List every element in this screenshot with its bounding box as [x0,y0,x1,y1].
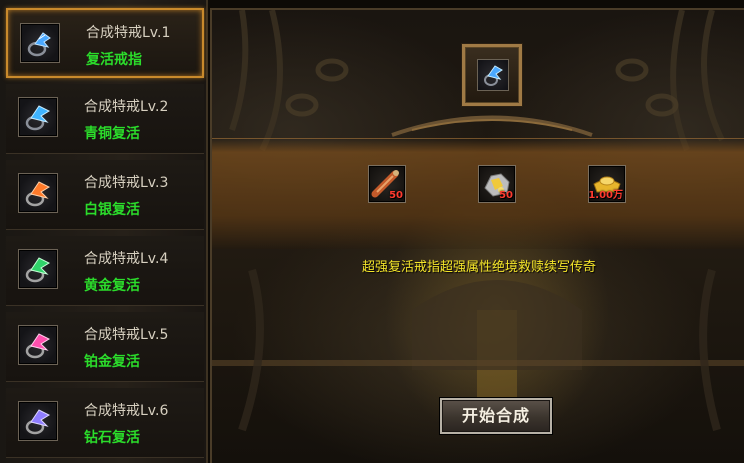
result-frame [462,44,522,106]
start-synthesis-button[interactable]: 开始合成 [440,398,552,434]
item-subtitle: 黄金复活 [84,278,140,294]
item-title: 合成特戒Lv.4 [84,251,169,267]
ring-slot [18,97,58,137]
material-count: 50 [389,190,403,201]
material-slot-scroll[interactable]: 50 [368,165,406,203]
item-subtitle: 钻石复活 [84,430,140,446]
material-slot-gold[interactable]: 1.00万 [588,165,626,203]
item-subtitle: 复活戒指 [86,52,142,68]
item-title: 合成特戒Lv.3 [84,175,169,191]
sidebar-item-lv3[interactable]: 合成特戒Lv.3 白银复活 [6,160,204,230]
ring-slot [20,23,60,63]
result-slot[interactable] [477,59,509,91]
ring-slot [18,173,58,213]
purple-ring-icon [25,409,51,435]
item-title: 合成特戒Lv.2 [84,99,169,115]
item-subtitle: 铂金复活 [84,354,140,370]
item-title: 合成特戒Lv.5 [84,327,169,343]
sidebar: 合成特戒Lv.1 复活戒指 合成特戒Lv.2 青铜复活 合成特戒Lv.3 白银复… [0,0,208,463]
item-subtitle: 青铜复活 [84,126,140,142]
blue-revive-ring-icon [484,65,503,86]
material-slot-ore[interactable]: 50 [478,165,516,203]
blue-ring-icon [27,32,51,57]
sidebar-item-lv2[interactable]: 合成特戒Lv.2 青铜复活 [6,84,204,154]
item-title: 合成特戒Lv.6 [84,403,169,419]
ring-slot [18,401,58,441]
item-subtitle: 白银复活 [84,202,140,218]
pink-ring-icon [25,333,51,359]
synthesis-panel: 50 50 1.00万 超强复活戒指超强属性绝境救赎续写传奇 开始合成 [210,8,744,463]
ring-slot [18,325,58,365]
sidebar-item-lv4[interactable]: 合成特戒Lv.4 黄金复活 [6,236,204,306]
blue-ring-icon [25,105,51,131]
material-count: 1.00万 [588,190,623,201]
item-title: 合成特戒Lv.1 [86,25,171,41]
sidebar-item-lv6[interactable]: 合成特戒Lv.6 钻石复活 [6,388,204,458]
green-ring-icon [25,257,51,283]
material-count: 50 [499,190,513,201]
ring-slot [18,249,58,289]
sidebar-item-lv1[interactable]: 合成特戒Lv.1 复活戒指 [6,8,204,78]
orange-ring-icon [25,181,51,207]
sidebar-item-lv5[interactable]: 合成特戒Lv.5 铂金复活 [6,312,204,382]
item-description: 超强复活戒指超强属性绝境救赎续写传奇 [361,260,596,275]
